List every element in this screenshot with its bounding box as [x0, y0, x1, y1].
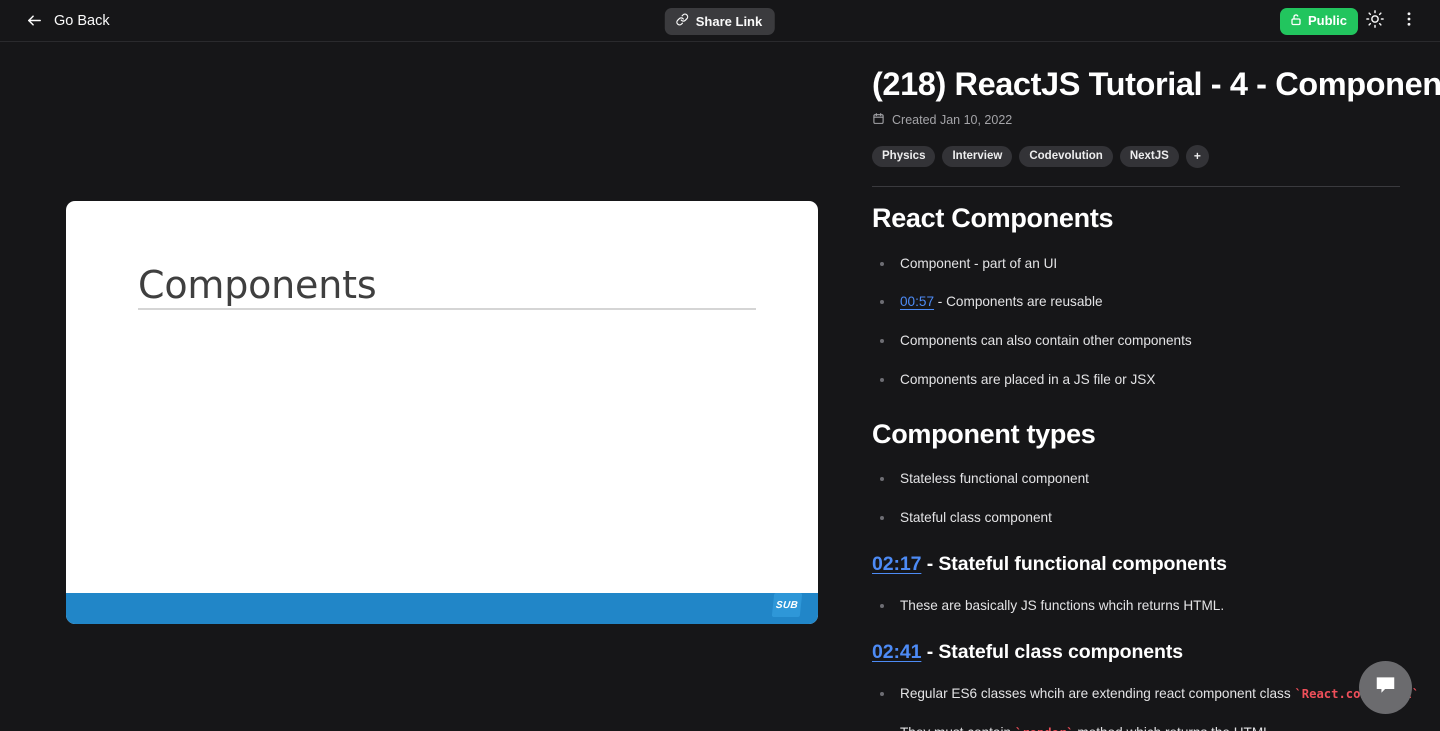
timestamp-link[interactable]: 02:17 — [872, 553, 921, 575]
heading-stateful-class-components: 02:41 - Stateful class components — [872, 641, 1400, 664]
heading-stateful-functional-components: 02:17 - Stateful functional components — [872, 553, 1400, 576]
slide-footer-bar: SUB — [66, 593, 818, 624]
list-item: 00:57 - Components are reusable — [872, 292, 1400, 312]
share-link-label: Share Link — [695, 13, 763, 29]
slide-title: Components — [138, 263, 377, 307]
list-item: Stateful class component — [872, 508, 1400, 528]
list-item: Component - part of an UI — [872, 254, 1400, 274]
more-options-button[interactable] — [1392, 4, 1426, 38]
add-tag-button[interactable]: + — [1185, 145, 1209, 169]
list-item: Components can also contain other compon… — [872, 331, 1400, 351]
heading-react-components: React Components — [872, 203, 1114, 234]
timestamp-link[interactable]: 02:41 — [872, 641, 921, 663]
list-item-text: These are basically JS functions whcih r… — [900, 597, 1225, 613]
list-item-text: They must contain — [900, 725, 1015, 731]
tag-list: Physics Interview Codevolution NextJS + — [872, 145, 1400, 169]
list-item: Components are placed in a JS file or JS… — [872, 370, 1400, 390]
tag-chip[interactable]: NextJS — [1119, 146, 1179, 168]
unlocked-padlock-icon — [1290, 13, 1302, 29]
timestamp-link[interactable]: 00:57 — [900, 294, 934, 309]
list-item-text: Stateful class component — [900, 509, 1052, 525]
chat-bubble-icon — [1373, 673, 1398, 703]
list-item: Regular ES6 classes whcih are extending … — [872, 684, 1419, 704]
list-item: These are basically JS functions whcih r… — [872, 596, 1400, 616]
bullet-list: Stateless functional component Stateful … — [872, 469, 1400, 527]
heading-text: - Stateful class components — [921, 641, 1183, 664]
list-item-text: - Components are reusable — [934, 294, 1103, 310]
bullet-list: Regular ES6 classes whcih are extending … — [872, 684, 1419, 731]
go-back-label: Go Back — [54, 12, 110, 29]
created-label: Created Jan 10, 2022 — [892, 113, 1013, 128]
inline-code: `render` — [1015, 726, 1074, 731]
tag-chip[interactable]: Interview — [942, 146, 1013, 168]
list-item: Stateless functional component — [872, 469, 1400, 489]
heading-text: - Stateful functional components — [921, 553, 1227, 576]
sub-logo-icon: SUB — [771, 593, 803, 617]
list-item-text: Component - part of an UI — [900, 255, 1058, 271]
top-bar-actions: Public — [1279, 0, 1426, 42]
main-area: Components SUB (218) ReactJS Tutorial - … — [0, 42, 1440, 731]
visibility-label: Public — [1307, 13, 1347, 28]
list-item-text: Components are placed in a JS file or JS… — [900, 371, 1156, 387]
link-chain-icon — [676, 13, 689, 29]
heading-component-types: Component types — [872, 418, 1096, 449]
theme-toggle-button[interactable] — [1358, 4, 1392, 38]
top-bar: Go Back Share Link Public — [0, 0, 1440, 42]
video-player[interactable]: Components SUB — [66, 201, 818, 624]
list-item-text: Components can also contain other compon… — [900, 333, 1192, 349]
list-item: They must contain `render` method which … — [872, 723, 1400, 731]
slide-title-rule — [138, 308, 756, 310]
list-item-text: method which returns the HTML... — [1074, 725, 1282, 731]
created-meta: Created Jan 10, 2022 — [872, 112, 1400, 128]
tag-chip[interactable]: Physics — [872, 146, 936, 168]
list-item-text: Regular ES6 classes whcih are extending … — [900, 685, 1295, 701]
calendar-icon — [872, 112, 885, 128]
arrow-left-icon — [26, 12, 43, 29]
sun-icon — [1366, 9, 1384, 33]
go-back-button[interactable]: Go Back — [26, 12, 110, 29]
tag-chip[interactable]: Codevolution — [1019, 146, 1113, 168]
list-item-text: Stateless functional component — [900, 470, 1089, 486]
chat-support-button[interactable] — [1359, 661, 1412, 714]
visibility-toggle-button[interactable]: Public — [1279, 7, 1358, 35]
more-vertical-icon — [1400, 10, 1418, 33]
bullet-list: These are basically JS functions whcih r… — [872, 596, 1400, 616]
bullet-list: Component - part of an UI 00:57 - Compon… — [872, 254, 1400, 390]
video-pane: Components SUB — [0, 42, 845, 731]
notes-content: React Components Component - part of an … — [872, 202, 1419, 731]
notes-pane: (218) ReactJS Tutorial - 4 - Components … — [845, 42, 1440, 731]
page-title: (218) ReactJS Tutorial - 4 - Components — [872, 66, 1440, 102]
section-divider — [872, 186, 1400, 188]
share-link-button[interactable]: Share Link — [664, 8, 776, 35]
